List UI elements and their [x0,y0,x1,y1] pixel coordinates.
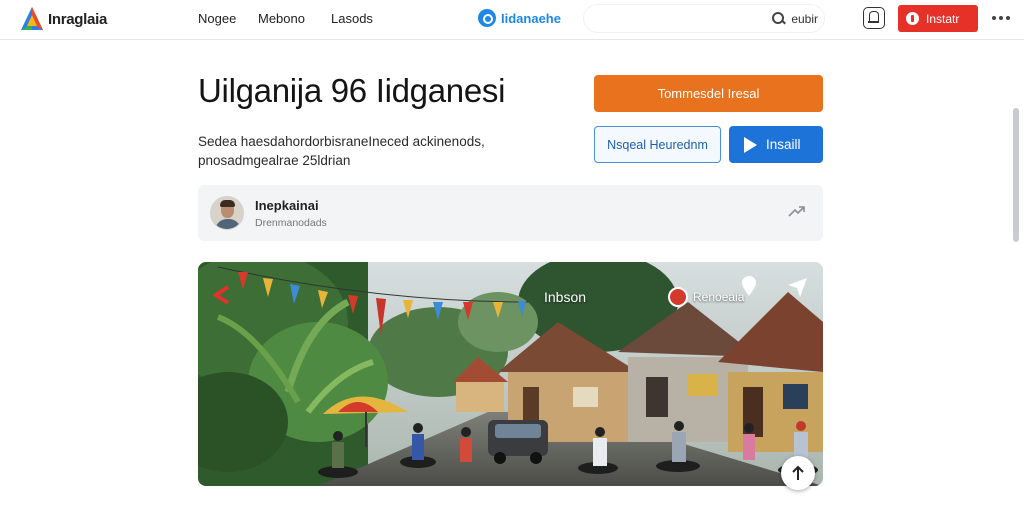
image-location-label: Inbson [544,289,587,305]
search-icon[interactable] [772,11,786,26]
top-navigation-bar: Inraglaia Nogee Mebono Lasods Iidanaehe … [0,0,1024,40]
install-button-label: Insaill [766,137,801,152]
install-button[interactable]: Insaill [729,126,823,163]
page-scrollbar[interactable] [1013,108,1019,242]
nav-link-3[interactable]: Lasods [331,11,373,26]
app-logo[interactable]: Inraglaia [20,6,107,32]
author-subtitle: Drenmanodads [255,217,327,229]
search-placeholder: eubir [791,11,818,26]
tag-badge-icon [668,287,688,307]
page-description: Sedea haesdahordorbisraneIneced ackineno… [198,134,485,168]
primary-cta-button[interactable]: Tommesdel Iresal [594,75,823,112]
play-icon [744,136,757,153]
arrow-right-icon[interactable] [788,205,806,219]
location-pin-icon[interactable] [740,275,758,297]
arrow-up-icon [792,465,804,480]
page-title: Uilganija 96 Iidganesi [198,72,506,109]
more-options-icon[interactable] [992,16,1010,20]
install-header-button[interactable]: Instatr [898,5,978,32]
logo-text: Inraglaia [48,10,107,28]
share-icon[interactable] [786,276,808,298]
brand-badge[interactable]: Iidanaehe [478,9,561,27]
avatar [210,196,244,230]
nav-link-2[interactable]: Mebono [258,11,305,26]
nav-link-1[interactable]: Nogee [198,11,236,26]
image-tag-label: Renoeaia [693,290,745,304]
logo-icon [21,7,43,30]
brand-circle-icon [478,9,496,27]
author-name: Inepkainai [255,198,319,213]
install-badge-icon [906,12,919,25]
notification-bell-icon[interactable] [863,7,885,29]
brand-badge-label: Iidanaehe [501,10,561,26]
scroll-to-top-button[interactable] [781,456,815,490]
author-card[interactable]: Inepkainai Drenmanodads [198,185,823,241]
image-tag[interactable]: Renoeaia [668,287,744,307]
back-arrow-icon[interactable] [208,284,234,306]
secondary-cta-button[interactable]: Nsqeal Heurednm [594,126,721,163]
search-input[interactable]: eubir [584,5,824,32]
install-header-label: Instatr [926,11,960,26]
